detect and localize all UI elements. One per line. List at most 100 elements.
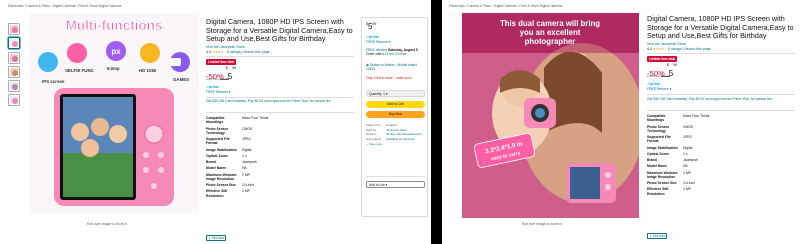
search-page-link[interactable]: Search this page (243, 50, 269, 54)
spec-value: Digital (683, 145, 693, 150)
image1-headline: Multi-functions (66, 18, 163, 33)
thumbnail-5[interactable] (8, 80, 20, 93)
spec-row: Effective Still Resolution 2 MP (206, 189, 356, 197)
buy-box: $599 ✓prime FREE Returns ▾ FREE delivery… (361, 17, 428, 217)
divider (647, 94, 795, 95)
spec-value: Jaoeyeah (683, 158, 698, 163)
buy-now-button[interactable]: Buy Now (366, 111, 425, 118)
gift-card-offer[interactable]: Get $30 Gift Card instantly: Pay $0.00 u… (647, 97, 795, 102)
spec-row: Photo Sensor Technology CMOS (647, 125, 797, 133)
star-rating-icon[interactable]: ★★★★☆ (653, 47, 668, 51)
spec-key: Effective Still Resolution (206, 189, 228, 198)
spec-row: Optical Zoom 1 x (206, 154, 356, 158)
spec-value: JPEG (683, 135, 692, 139)
thumbnail-4[interactable] (8, 65, 20, 78)
see-less-button[interactable]: ∧ See less (206, 235, 227, 241)
spec-value: H8 (683, 164, 688, 169)
spec-row: Compatible Mountings Micro Four Thirds (206, 116, 356, 124)
zoom-hint: Roll over image to zoom in (522, 222, 563, 226)
deliver-to-location[interactable]: ◉ Deliver to Wazim - Middle Island 11953 (366, 63, 426, 72)
thumbnail-1[interactable] (8, 23, 20, 35)
thumbnail-6[interactable] (8, 94, 20, 107)
spec-row: Brand Jaoeyeah (206, 160, 356, 164)
spec-value: Micro Four Thirds (242, 116, 269, 120)
spec-key: Brand (206, 160, 216, 165)
spec-value: 2 MP (242, 172, 250, 177)
panel-separator (431, 0, 442, 244)
svg-text:px: px (111, 47, 121, 56)
zoom-hint: Roll over image to zoom in (87, 222, 128, 226)
breadcrumb[interactable]: Electronics › Camera & Photo › Digital C… (8, 4, 121, 8)
spec-key: Effective Still Resolution (647, 187, 669, 196)
limited-deal-badge: Limited time deal (206, 59, 237, 65)
spec-key: Compatible Mountings (647, 114, 666, 123)
main-product-image[interactable]: Multi-functions px IPS screen SELFIE FUN… (30, 13, 199, 213)
spec-row: Image Stabilization Digital (206, 148, 356, 152)
product-title: Digital Camera, 1080P HD IPS Screen with… (206, 17, 353, 44)
spec-value: Digital (242, 147, 252, 152)
store-link[interactable]: Visit the Jaoeyeah Store (206, 45, 245, 49)
svg-text:SELFIE FUNC: SELFIE FUNC (65, 68, 95, 73)
star-rating-icon[interactable]: ★★★★☆ (212, 50, 227, 54)
spec-row: Maximum Webcam Image Resolution 2 MP (647, 171, 797, 179)
svg-text:HD 1080: HD 1080 (139, 68, 157, 73)
spec-row: Model Name H8 (206, 166, 356, 170)
thumbnail-2-selected[interactable] (8, 37, 20, 50)
add-to-cart-button[interactable]: Add to Cart (366, 101, 425, 108)
thumbnail-3[interactable] (8, 51, 20, 64)
spec-value: 2 MP (242, 189, 250, 194)
ratings-link[interactable]: 6 ratings (227, 50, 240, 54)
delivery-info: FREE delivery Saturday, August 5. Order … (366, 48, 419, 57)
price-block: -50%$599 (647, 63, 678, 78)
buybox-price: $599 (366, 22, 377, 31)
gift-card-offer[interactable]: Get $30 Gift Card instantly: Pay $0.00 u… (206, 99, 354, 104)
selfie-icon (67, 43, 87, 63)
rating-row: 4.4 ★★★★☆ 6 ratings | Search this page (206, 50, 270, 54)
quantity-select[interactable]: Quantity: 1 ▾ (366, 90, 425, 97)
spec-value: 2 MP (683, 187, 691, 192)
spec-key: Supported File Format (647, 135, 671, 144)
spec-value: JPEG (242, 137, 251, 141)
divider (206, 56, 354, 57)
spec-key: Compatible Mountings (206, 116, 225, 125)
add-to-list-button[interactable]: Add to List ▾ (366, 181, 425, 188)
spec-key: Optical Zoom (647, 151, 669, 156)
spec-row: Photo Sensor Technology CMOS (206, 127, 356, 135)
spec-value: 1/4-inch (683, 181, 696, 186)
buybox-free-returns[interactable]: FREE Returns ▾ (366, 40, 391, 44)
spec-row: Photo Sensor Size 1/4-inch (206, 183, 356, 187)
spec-key: Photo Sensor Size (647, 181, 677, 186)
spec-row: Compatible Mountings Micro Four Thirds (647, 114, 797, 122)
see-more-link[interactable]: ⌄ See more (366, 142, 426, 146)
breadcrumb[interactable]: Electronics › Camera & Photo › Digital C… (449, 4, 562, 8)
spec-value: 1 x (242, 153, 247, 158)
store-link[interactable]: Visit the Jaoeyeah Store (647, 42, 686, 46)
search-page-link[interactable]: Search this page (684, 47, 710, 51)
spec-value: 2 MP (683, 170, 691, 175)
svg-text:IPS screen: IPS screen (42, 79, 65, 84)
stock-status: Only 4 left in stock - order soon. (366, 76, 413, 80)
product-page-left: Electronics › Camera & Photo › Digital C… (0, 0, 431, 244)
prime-badge: ✓prime (647, 82, 660, 86)
see-less-button[interactable]: ∧ See less (647, 233, 668, 239)
spec-key: Image Stabilization (647, 145, 678, 150)
limited-deal-badge: Limited time deal (647, 56, 678, 62)
spec-table: Compatible Mountings Micro Four Thirds Pho… (647, 114, 797, 198)
product-title: Digital Camera, 1080P HD IPS Screen with… (647, 14, 794, 41)
divider (647, 53, 795, 54)
spec-row: Supported File Format JPEG (647, 135, 797, 143)
shipping-details: Ships from Amazon Sold by Jaoeyeah Store R… (366, 123, 426, 146)
free-returns-link[interactable]: FREE Returns ▾ (647, 87, 672, 91)
list-price: List Price: $11.98 (647, 74, 670, 78)
main-product-image[interactable]: This dual camera will bring you an excell… (462, 13, 639, 218)
spec-row: Supported File Format JPEG (206, 137, 356, 145)
spec-value: H8 (242, 166, 247, 171)
spec-value: Jaoeyeah (242, 160, 257, 165)
free-returns-link[interactable]: FREE Returns ▾ (206, 90, 231, 94)
spec-key: Maximum Webcam Image Resolution (647, 170, 678, 179)
ips-screen-icon (38, 52, 58, 72)
spec-key: Supported File Format (206, 137, 230, 146)
spec-row: Image Stabilization Digital (647, 146, 797, 150)
divider (206, 112, 354, 113)
ratings-link[interactable]: 6 ratings (668, 47, 681, 51)
